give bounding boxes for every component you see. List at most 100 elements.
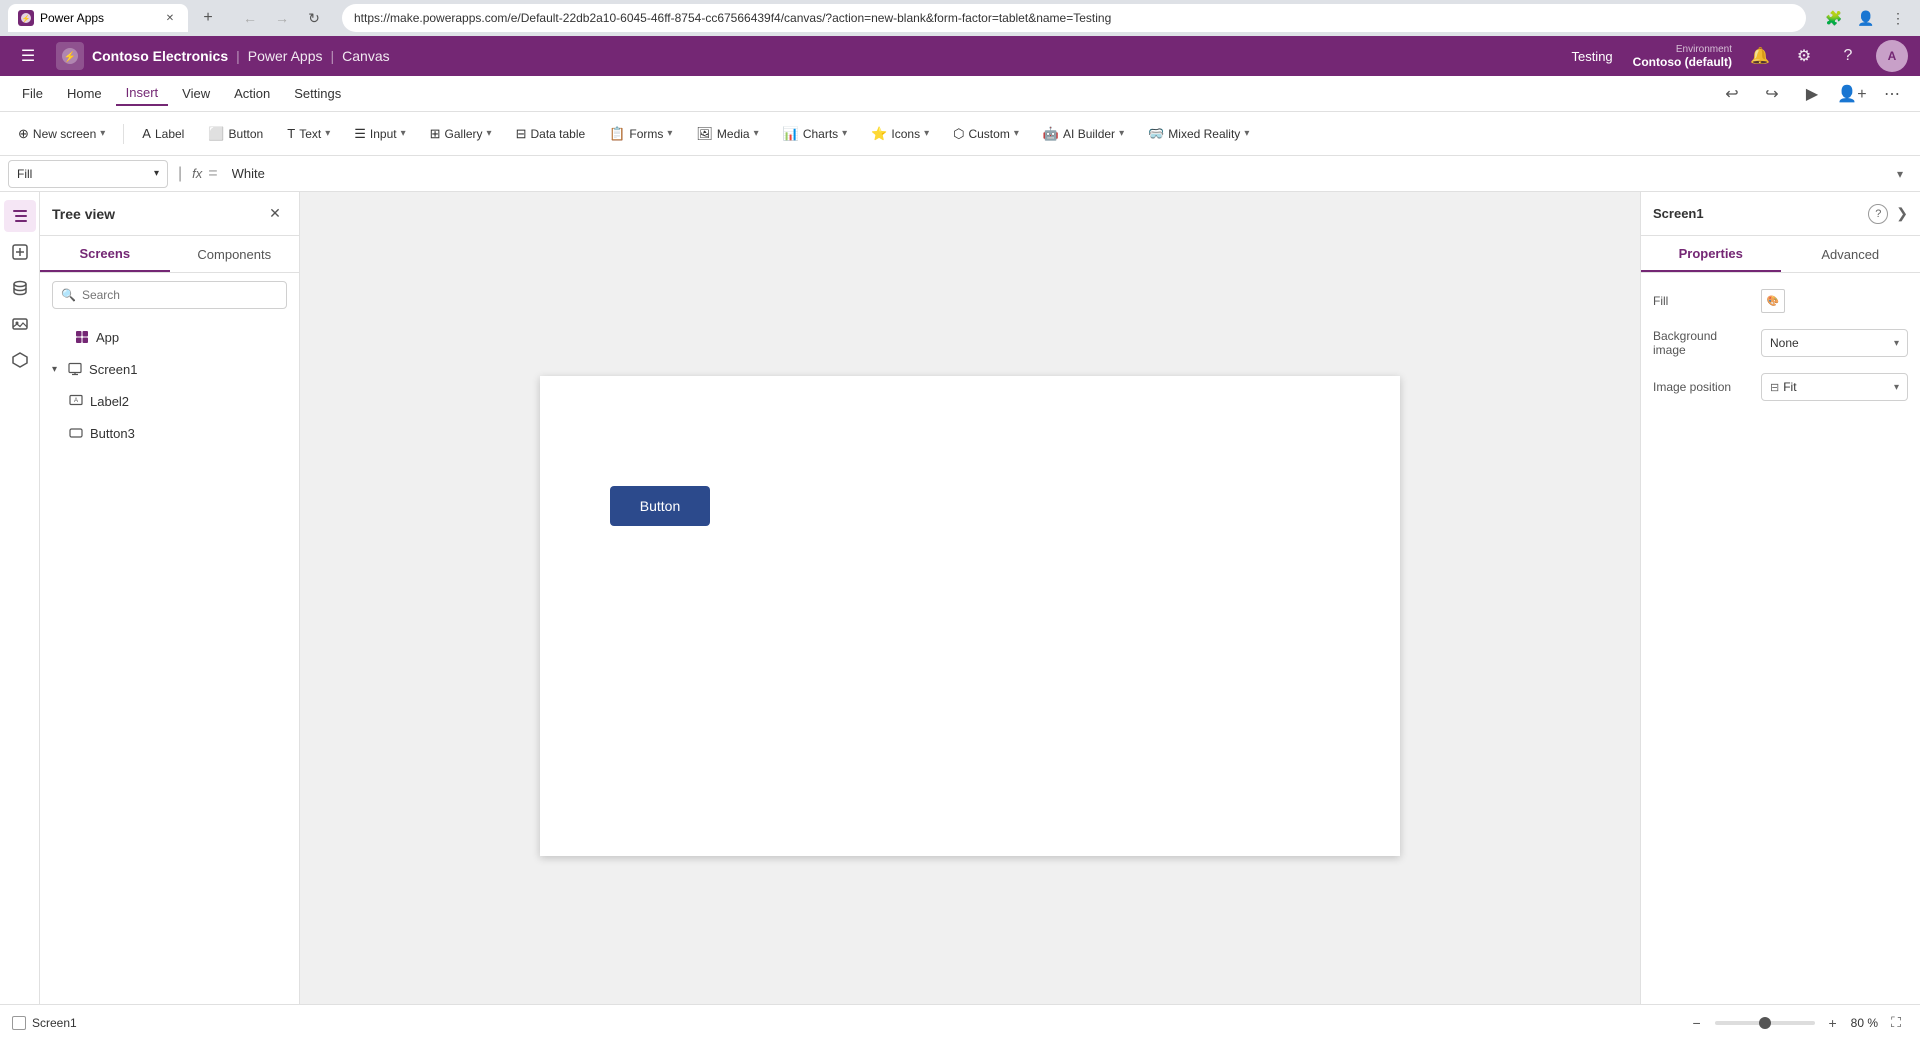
fill-label: Fill bbox=[1653, 294, 1753, 308]
redo-btn[interactable]: ↪ bbox=[1756, 78, 1788, 110]
tree-close-btn[interactable]: ✕ bbox=[263, 202, 287, 226]
menu-settings[interactable]: Settings bbox=[284, 82, 351, 105]
zoom-thumb[interactable] bbox=[1759, 1017, 1771, 1029]
menu-bar: File Home Insert View Action Settings ↩ … bbox=[0, 76, 1920, 112]
ai-builder-btn[interactable]: 🤖 AI Builder ▾ bbox=[1033, 118, 1134, 150]
profile-btn[interactable]: 👤 bbox=[1852, 4, 1880, 32]
menu-action[interactable]: Action bbox=[224, 82, 280, 105]
new-screen-btn[interactable]: ⊕ New screen ▾ bbox=[8, 118, 115, 150]
zoom-slider[interactable] bbox=[1715, 1021, 1815, 1025]
screen-checkbox[interactable] bbox=[12, 1016, 26, 1030]
reload-btn[interactable]: ↻ bbox=[300, 4, 328, 32]
media-btn[interactable]: 🖼 Media ▾ bbox=[686, 118, 768, 150]
property-dropdown[interactable]: Fill ▾ bbox=[8, 160, 168, 188]
more-options-btn[interactable]: ⋮ bbox=[1884, 4, 1912, 32]
mixed-reality-icon: 🥽 bbox=[1148, 126, 1164, 142]
app-header: ☰ ⚡ Contoso Electronics | Power Apps | C… bbox=[0, 36, 1920, 76]
forward-btn[interactable]: → bbox=[268, 4, 296, 32]
input-btn[interactable]: ☰ Input ▾ bbox=[344, 118, 415, 150]
ai-builder-chevron: ▾ bbox=[1119, 128, 1124, 139]
tree-item-screen1[interactable]: ▾ Screen1 ··· bbox=[40, 353, 299, 385]
gallery-btn[interactable]: ⊞ Gallery ▾ bbox=[420, 118, 502, 150]
address-bar[interactable]: https://make.powerapps.com/e/Default-22d… bbox=[342, 4, 1806, 32]
tab-properties[interactable]: Properties bbox=[1641, 236, 1781, 272]
image-position-label: Image position bbox=[1653, 380, 1753, 394]
custom-btn[interactable]: ⬡ Custom ▾ bbox=[943, 118, 1029, 150]
power-automate-icon-btn[interactable] bbox=[4, 344, 36, 376]
app-brand: ⚡ Contoso Electronics | Power Apps | Can… bbox=[56, 42, 390, 70]
undo-btn[interactable]: ↩ bbox=[1716, 78, 1748, 110]
mixed-reality-chevron: ▾ bbox=[1244, 128, 1249, 139]
more-btn[interactable]: ⋯ bbox=[1876, 78, 1908, 110]
zoom-out-btn[interactable]: − bbox=[1685, 1011, 1709, 1035]
background-image-select[interactable]: None ▾ bbox=[1761, 329, 1908, 357]
formula-bar: Fill ▾ | fx = ▾ bbox=[0, 156, 1920, 192]
text-icon: T bbox=[287, 126, 295, 141]
button-tree-icon bbox=[68, 425, 84, 441]
back-btn[interactable]: ← bbox=[236, 4, 264, 32]
tab-close-btn[interactable]: ✕ bbox=[162, 10, 178, 26]
tab-favicon: ⚡ bbox=[18, 10, 34, 26]
charts-btn[interactable]: 📊 Charts ▾ bbox=[773, 118, 858, 150]
menu-home[interactable]: Home bbox=[57, 82, 112, 105]
menu-insert[interactable]: Insert bbox=[116, 81, 169, 106]
media-sidebar-icon-btn[interactable] bbox=[4, 308, 36, 340]
data-table-btn[interactable]: ⊟ Data table bbox=[506, 118, 596, 150]
search-box: 🔍 bbox=[52, 281, 287, 309]
treeview-icon-btn[interactable] bbox=[4, 200, 36, 232]
image-position-select[interactable]: ⊟ Fit ▾ bbox=[1761, 373, 1908, 401]
person-plus-btn[interactable]: 👤+ bbox=[1836, 78, 1868, 110]
brand-app: Power Apps bbox=[248, 48, 323, 64]
fill-color-icon: 🎨 bbox=[1767, 296, 1779, 307]
search-input[interactable] bbox=[82, 288, 278, 302]
screen1-chevron: ▾ bbox=[52, 364, 57, 375]
menu-file[interactable]: File bbox=[12, 82, 53, 105]
forms-chevron: ▾ bbox=[667, 128, 672, 139]
fullscreen-btn[interactable]: ⛶ bbox=[1884, 1011, 1908, 1035]
svg-text:⚡: ⚡ bbox=[22, 14, 31, 23]
formula-equals: = bbox=[208, 165, 217, 183]
extensions-btn[interactable]: 🧩 bbox=[1820, 4, 1848, 32]
data-icon-btn[interactable] bbox=[4, 272, 36, 304]
hamburger-menu-btn[interactable]: ☰ bbox=[12, 40, 44, 72]
button-btn[interactable]: ⬜ Button bbox=[198, 118, 273, 150]
zoom-in-btn[interactable]: + bbox=[1821, 1011, 1845, 1035]
forms-icon: 📋 bbox=[609, 126, 625, 142]
forms-btn[interactable]: 📋 Forms ▾ bbox=[599, 118, 682, 150]
mixed-reality-btn[interactable]: 🥽 Mixed Reality ▾ bbox=[1138, 118, 1259, 150]
tab-components[interactable]: Components bbox=[170, 236, 300, 272]
notification-btn[interactable]: 🔔 bbox=[1744, 40, 1776, 72]
formula-input[interactable] bbox=[224, 160, 1882, 188]
screen-help-btn[interactable]: ? bbox=[1868, 204, 1888, 224]
new-tab-btn[interactable]: + bbox=[194, 4, 222, 32]
play-btn[interactable]: ▶ bbox=[1796, 78, 1828, 110]
icons-btn[interactable]: ⭐ Icons ▾ bbox=[861, 118, 939, 150]
tree-item-button3[interactable]: Button3 bbox=[40, 417, 299, 449]
tab-label: Power Apps bbox=[40, 11, 156, 25]
insert-icon-btn[interactable] bbox=[4, 236, 36, 268]
tree-item-label2[interactable]: A Label2 bbox=[40, 385, 299, 417]
tab-screens[interactable]: Screens bbox=[40, 236, 170, 272]
settings-btn[interactable]: ⚙ bbox=[1788, 40, 1820, 72]
gallery-icon: ⊞ bbox=[430, 126, 441, 142]
tree-content: App ▾ Screen1 ··· bbox=[40, 317, 299, 1040]
browser-tab[interactable]: ⚡ Power Apps ✕ bbox=[8, 4, 188, 32]
menu-view[interactable]: View bbox=[172, 82, 220, 105]
tab-advanced[interactable]: Advanced bbox=[1781, 236, 1920, 272]
custom-chevron: ▾ bbox=[1014, 128, 1019, 139]
canvas-content[interactable]: Button bbox=[540, 376, 1400, 856]
avatar[interactable]: A bbox=[1876, 40, 1908, 72]
fill-color-box[interactable]: 🎨 bbox=[1761, 289, 1785, 313]
help-btn[interactable]: ? bbox=[1832, 40, 1864, 72]
right-panel-expand-btn[interactable]: ❯ bbox=[1896, 205, 1908, 222]
text-btn[interactable]: T Text ▾ bbox=[277, 118, 340, 150]
tree-item-app[interactable]: App bbox=[40, 321, 299, 353]
button-icon: ⬜ bbox=[208, 126, 224, 142]
canvas-button[interactable]: Button bbox=[610, 486, 710, 526]
right-panel-tabs: Properties Advanced bbox=[1641, 236, 1920, 273]
label-btn[interactable]: A Label bbox=[132, 118, 194, 150]
bottom-bar: Screen1 − + 80 % ⛶ bbox=[0, 1004, 1920, 1040]
tree-panel: Tree view ✕ Screens Components 🔍 bbox=[40, 192, 300, 1040]
formula-expand-btn[interactable]: ▾ bbox=[1888, 162, 1912, 186]
media-icon: 🖼 bbox=[696, 126, 713, 142]
